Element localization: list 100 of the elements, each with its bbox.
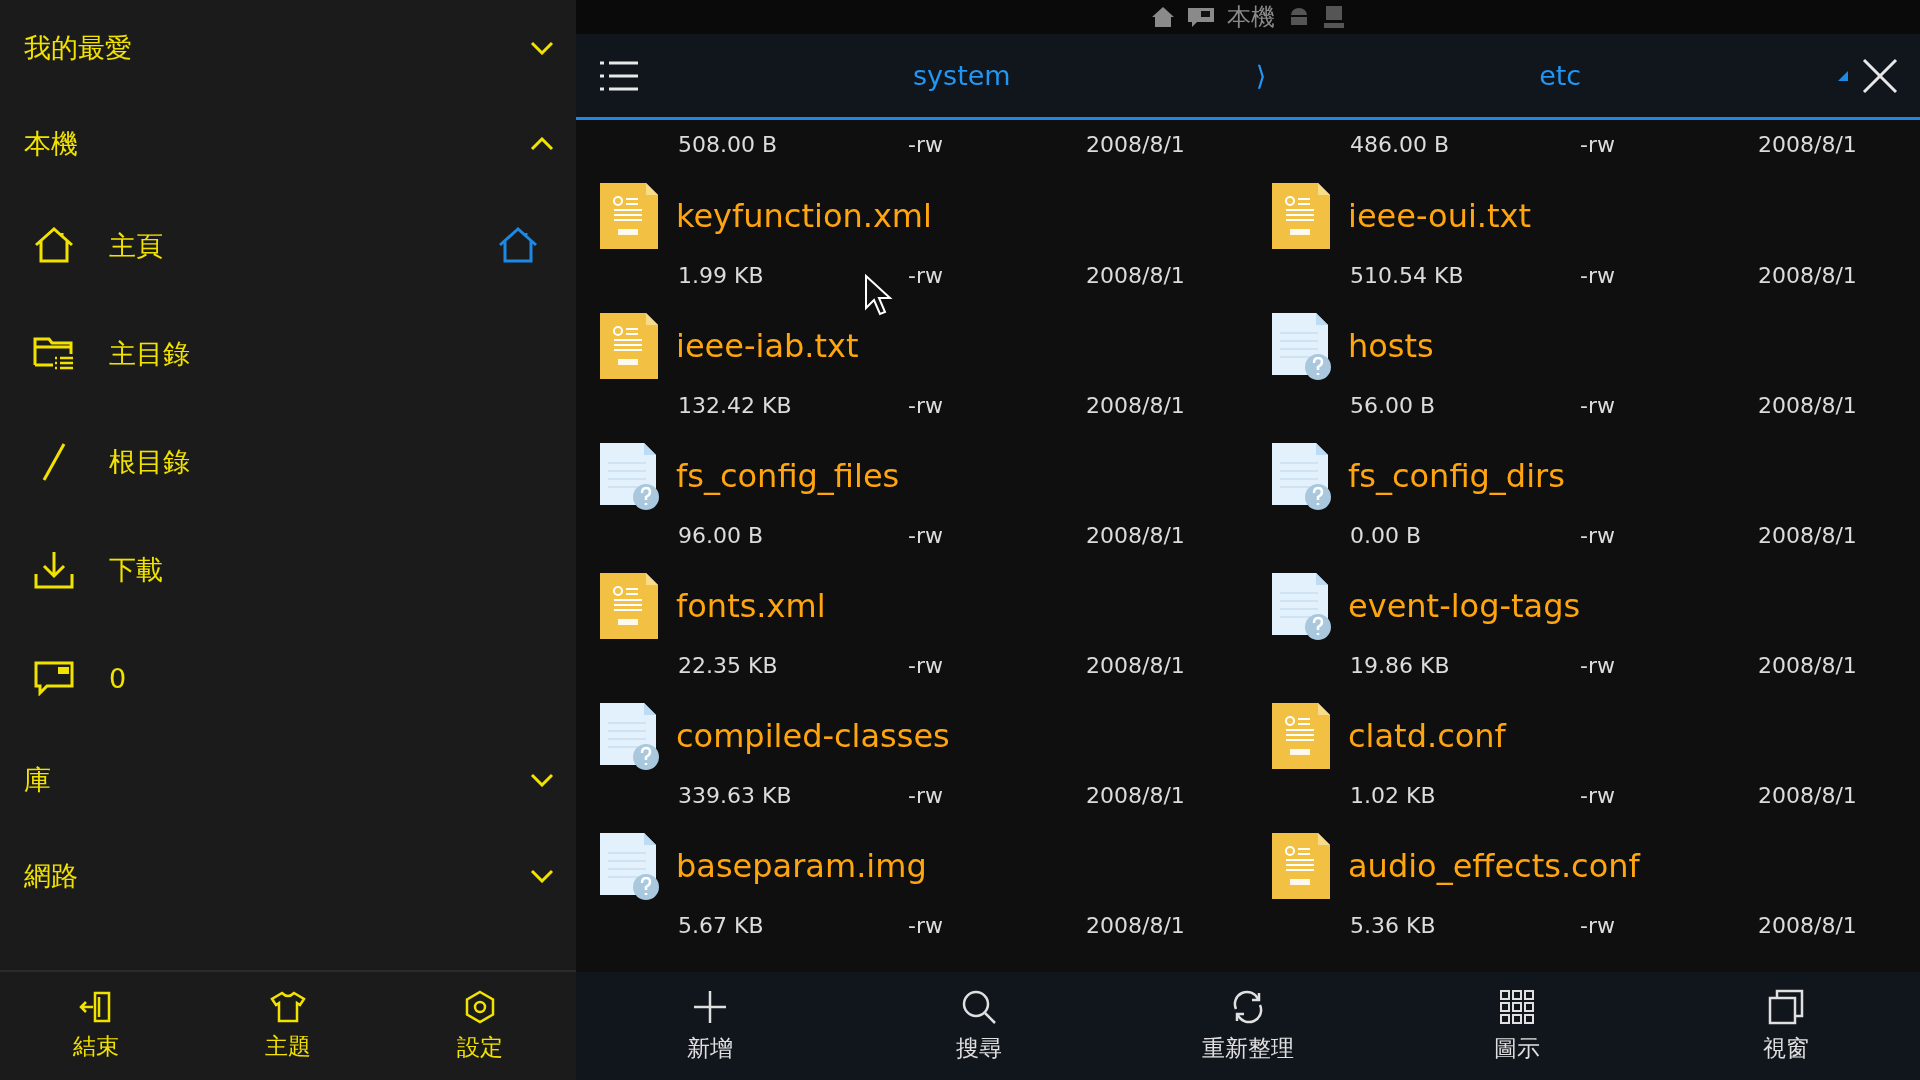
file-size: 508.00 B [678, 131, 778, 157]
cursor-icon [864, 274, 894, 318]
toolbar-button[interactable]: 重新整理 [1113, 972, 1383, 1080]
text-file-icon [598, 181, 660, 251]
file-date: 2008/8/1 [1758, 652, 1857, 678]
sidebar-item[interactable]: 0 [109, 662, 127, 694]
file-name[interactable]: keyfunction.xml [676, 197, 932, 235]
section-title: 我的最愛 [24, 31, 132, 65]
chevron-down-icon[interactable] [530, 773, 554, 787]
file-size: 1.02 KB [1350, 782, 1436, 808]
file-date: 2008/8/1 [1086, 131, 1185, 157]
file-size: 1.99 KB [678, 262, 764, 288]
file-name[interactable]: baseparam.img [676, 847, 927, 885]
sidebar-item[interactable]: 主目錄 [109, 336, 190, 372]
unknown-file-icon [598, 441, 660, 511]
exit-icon [79, 990, 113, 1023]
file-name[interactable]: event-log-tags [1348, 587, 1581, 625]
path-separator: ⟩ [1255, 60, 1267, 91]
file-date: 2008/8/1 [1758, 392, 1857, 418]
windows-icon [1767, 988, 1804, 1025]
home-icon [33, 227, 75, 265]
plus-icon [692, 988, 729, 1025]
home-icon[interactable] [498, 227, 538, 265]
file-date: 2008/8/1 [1758, 262, 1857, 288]
sidebar-item[interactable]: 根目錄 [109, 444, 190, 480]
file-name[interactable]: fs_config_dirs [1348, 457, 1565, 495]
file-permissions: -rw [908, 652, 943, 678]
text-file-icon [598, 571, 660, 641]
file-name[interactable]: ieee-iab.txt [676, 327, 859, 365]
settings-icon [463, 989, 497, 1024]
file-name[interactable]: compiled-classes [676, 717, 950, 755]
file-permissions: -rw [908, 782, 943, 808]
unknown-file-icon [1270, 311, 1332, 381]
file-size: 5.36 KB [1350, 912, 1436, 938]
file-size: 132.42 KB [678, 392, 792, 418]
file-permissions: -rw [908, 912, 943, 938]
toolbar-button[interactable]: 圖示 [1382, 972, 1652, 1080]
file-name[interactable]: audio_effects.conf [1348, 847, 1640, 885]
file-size: 0.00 B [1350, 522, 1422, 548]
file-permissions: -rw [1580, 652, 1615, 678]
file-date: 2008/8/1 [1758, 131, 1857, 157]
unknown-file-icon [598, 701, 660, 771]
toolbar-button[interactable]: 搜尋 [844, 972, 1114, 1080]
file-permissions: -rw [908, 262, 943, 288]
unknown-file-icon [1270, 571, 1332, 641]
path-segment[interactable]: etc [1539, 60, 1582, 91]
file-size: 19.86 KB [1350, 652, 1450, 678]
text-file-icon [1270, 831, 1332, 901]
file-name[interactable]: clatd.conf [1348, 717, 1506, 755]
toolbar-button[interactable]: 新增 [576, 972, 845, 1080]
file-name[interactable]: ieee-oui.txt [1348, 197, 1532, 235]
chevron-down-icon[interactable] [530, 869, 554, 883]
file-date: 2008/8/1 [1758, 522, 1857, 548]
download-icon [33, 550, 75, 590]
toolbar-button[interactable]: 設定 [384, 972, 576, 1080]
close-icon[interactable] [1862, 57, 1898, 94]
grid-icon [1498, 988, 1535, 1025]
text-file-icon [598, 311, 660, 381]
file-size: 5.67 KB [678, 912, 764, 938]
sidebar-item[interactable]: 主頁 [109, 228, 163, 264]
section-title: 本機 [24, 127, 78, 161]
shirt-icon [270, 990, 306, 1023]
location-label: 本機 [1227, 2, 1275, 33]
home-icon [1151, 6, 1175, 28]
file-permissions: -rw [1580, 262, 1615, 288]
dropdown-corner-icon [1838, 71, 1848, 81]
file-date: 2008/8/1 [1086, 652, 1185, 678]
menu-icon[interactable] [600, 60, 638, 91]
toolbar-button[interactable]: 結束 [0, 972, 192, 1080]
file-name[interactable]: fonts.xml [676, 587, 826, 625]
folder-list-icon [33, 336, 75, 372]
file-size: 486.00 B [1350, 131, 1450, 157]
file-name[interactable]: hosts [1348, 327, 1434, 365]
unknown-file-icon [1270, 441, 1332, 511]
file-permissions: -rw [908, 522, 943, 548]
unknown-file-icon [598, 831, 660, 901]
chevron-down-icon[interactable] [530, 41, 554, 55]
file-size: 96.00 B [678, 522, 764, 548]
file-name[interactable]: fs_config_files [676, 457, 900, 495]
file-date: 2008/8/1 [1086, 782, 1185, 808]
file-permissions: -rw [1580, 782, 1615, 808]
file-permissions: -rw [908, 131, 943, 157]
file-permissions: -rw [908, 392, 943, 418]
file-permissions: -rw [1580, 392, 1615, 418]
file-date: 2008/8/1 [1086, 912, 1185, 938]
sidebar-item[interactable]: 下載 [109, 552, 163, 588]
file-size: 22.35 KB [678, 652, 778, 678]
file-date: 2008/8/1 [1758, 912, 1857, 938]
text-file-icon [1270, 701, 1332, 771]
path-segment[interactable]: system [913, 60, 1011, 91]
toolbar-button[interactable]: 視窗 [1651, 972, 1920, 1080]
file-date: 2008/8/1 [1086, 392, 1185, 418]
file-date: 2008/8/1 [1086, 522, 1185, 548]
toolbar-button[interactable]: 主題 [192, 972, 384, 1080]
section-title: 網路 [24, 859, 78, 893]
chevron-up-icon[interactable] [530, 137, 554, 151]
file-permissions: -rw [1580, 131, 1615, 157]
file-size: 510.54 KB [1350, 262, 1464, 288]
file-date: 2008/8/1 [1758, 782, 1857, 808]
file-permissions: -rw [1580, 912, 1615, 938]
